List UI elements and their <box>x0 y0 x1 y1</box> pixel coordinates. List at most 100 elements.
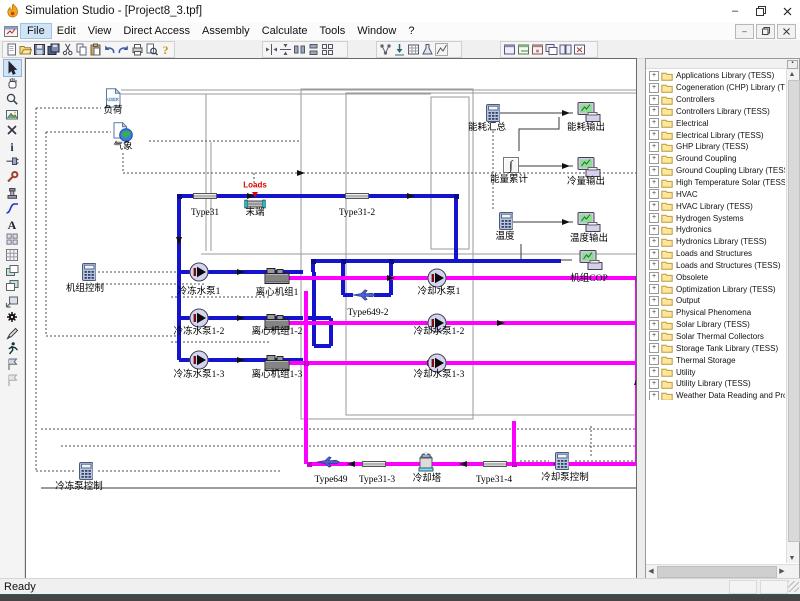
menu-item-edit[interactable]: Edit <box>51 24 82 38</box>
scroll-left-icon[interactable]: ◀ <box>646 566 656 576</box>
library-item-3[interactable]: +Controllers Library (TESS) <box>647 106 785 118</box>
layer-back-tool-icon[interactable] <box>4 294 21 310</box>
library-item-10[interactable]: +HVAC <box>647 188 785 200</box>
cut-icon[interactable] <box>61 43 74 56</box>
library-panel-header[interactable]: ▪ <box>646 59 799 69</box>
node-chw-pump-1[interactable] <box>189 262 209 282</box>
resize-grip[interactable] <box>788 581 799 592</box>
mdi-restore-button[interactable] <box>756 24 775 39</box>
menu-item-view[interactable]: View <box>82 24 118 38</box>
expand-icon[interactable]: + <box>649 225 659 235</box>
expand-icon[interactable]: + <box>649 189 659 199</box>
node-type649-2[interactable] <box>352 285 377 305</box>
library-item-2[interactable]: +Controllers <box>647 94 785 106</box>
expand-icon[interactable]: + <box>649 379 659 389</box>
expand-icon[interactable]: + <box>649 284 659 294</box>
node-type31-4[interactable] <box>483 461 507 468</box>
distribute-vertical-icon[interactable] <box>307 43 320 56</box>
library-vertical-scrollbar[interactable]: ▲ ▼ <box>786 69 799 563</box>
library-item-16[interactable]: +Loads and Structures (TESS) <box>647 260 785 272</box>
zoom-tool-icon[interactable] <box>4 91 21 107</box>
library-horizontal-scrollbar[interactable]: ◀ ▶ <box>646 564 799 578</box>
node-energy-integrator[interactable]: ∫ <box>503 157 519 173</box>
window-cascade-icon[interactable] <box>545 43 558 56</box>
probe-icon[interactable] <box>421 43 434 56</box>
library-item-22[interactable]: +Solar Thermal Collectors <box>647 331 785 343</box>
expand-icon[interactable]: + <box>649 320 659 330</box>
library-item-18[interactable]: +Optimization Library (TESS) <box>647 283 785 295</box>
expand-icon[interactable]: + <box>649 296 659 306</box>
info-tool-icon[interactable]: i <box>4 138 21 154</box>
clone-tool-icon[interactable] <box>4 185 21 201</box>
library-item-7[interactable]: +Ground Coupling <box>647 153 785 165</box>
library-item-0[interactable]: +Applications Library (TESS) <box>647 70 785 82</box>
save-icon[interactable] <box>33 43 46 56</box>
scroll-down-icon[interactable]: ▼ <box>787 553 797 563</box>
library-item-17[interactable]: +Obsolete <box>647 271 785 283</box>
library-item-4[interactable]: +Electrical <box>647 117 785 129</box>
print-preview-icon[interactable] <box>145 43 158 56</box>
node-type31[interactable] <box>193 193 217 200</box>
window-close-icon[interactable] <box>573 43 586 56</box>
pen-tool-icon[interactable] <box>4 325 21 341</box>
minimize-button[interactable]: – <box>722 0 748 22</box>
menu-item-assembly[interactable]: Assembly <box>196 24 256 38</box>
direct-access-icon[interactable] <box>379 43 392 56</box>
expand-icon[interactable]: + <box>649 142 659 152</box>
expand-icon[interactable]: + <box>649 367 659 377</box>
pan-tool-icon[interactable] <box>4 76 21 92</box>
expand-icon[interactable]: + <box>649 130 659 140</box>
open-icon[interactable] <box>19 43 32 56</box>
library-close-button[interactable]: ▪ <box>787 60 798 69</box>
library-item-12[interactable]: +Hydrogen Systems <box>647 212 785 224</box>
node-unit-cop[interactable] <box>579 250 603 271</box>
library-item-21[interactable]: +Solar Library (TESS) <box>647 319 785 331</box>
expand-icon[interactable]: + <box>649 249 659 259</box>
node-load-file[interactable]: USER <box>105 88 121 108</box>
expand-icon[interactable]: + <box>649 260 659 270</box>
menu-item-tools[interactable]: Tools <box>314 24 352 38</box>
scroll-right-icon[interactable]: ▶ <box>777 566 787 576</box>
expand-icon[interactable]: + <box>649 154 659 164</box>
mdi-minimize-button[interactable]: – <box>735 24 754 39</box>
menu-item-calculate[interactable]: Calculate <box>256 24 314 38</box>
select-tool-icon[interactable] <box>4 60 21 76</box>
distribute-horizontal-icon[interactable] <box>293 43 306 56</box>
window-output-icon[interactable] <box>517 43 530 56</box>
snap-grid-icon[interactable] <box>321 43 334 56</box>
download-type-icon[interactable] <box>393 43 406 56</box>
window-tile-icon[interactable] <box>559 43 572 56</box>
run-tool-icon[interactable] <box>4 341 21 357</box>
expand-icon[interactable]: + <box>649 71 659 81</box>
node-type31-3[interactable] <box>362 461 386 468</box>
library-item-6[interactable]: +GHP Library (TESS) <box>647 141 785 153</box>
library-item-11[interactable]: +HVAC Library (TESS) <box>647 200 785 212</box>
menu-item-direct-access[interactable]: Direct Access <box>117 24 196 38</box>
library-item-23[interactable]: +Storage Tank Library (TESS) <box>647 342 785 354</box>
library-item-1[interactable]: +Cogeneration (CHP) Library (TESS) <box>647 82 785 94</box>
expand-icon[interactable]: + <box>649 272 659 282</box>
plot-icon[interactable] <box>435 43 448 56</box>
mdi-close-button[interactable] <box>777 24 796 39</box>
node-energy-sum[interactable] <box>486 104 500 122</box>
library-item-5[interactable]: +Electrical Library (TESS) <box>647 129 785 141</box>
expand-icon[interactable]: + <box>649 331 659 341</box>
node-cooling-tower[interactable] <box>417 452 435 472</box>
wrench-tool-icon[interactable] <box>4 169 21 185</box>
window-input-icon[interactable] <box>503 43 516 56</box>
expand-icon[interactable]: + <box>649 213 659 223</box>
expand-icon[interactable]: + <box>649 237 659 247</box>
save-all-icon[interactable] <box>47 43 60 56</box>
copy-icon[interactable] <box>75 43 88 56</box>
expand-icon[interactable]: + <box>649 95 659 105</box>
library-item-14[interactable]: +Hydronics Library (TESS) <box>647 236 785 248</box>
node-cooling-out[interactable] <box>577 157 601 178</box>
connect-tool-icon[interactable] <box>4 154 21 170</box>
library-item-26[interactable]: +Utility Library (TESS) <box>647 378 785 390</box>
library-item-27[interactable]: +Weather Data Reading and Process <box>647 390 785 400</box>
node-type649[interactable] <box>316 452 341 472</box>
flag-error-tool-icon[interactable] <box>4 372 21 388</box>
node-unit-control[interactable] <box>82 263 96 281</box>
delete-tool-icon[interactable] <box>4 122 21 138</box>
node-type31-2[interactable] <box>345 193 369 200</box>
